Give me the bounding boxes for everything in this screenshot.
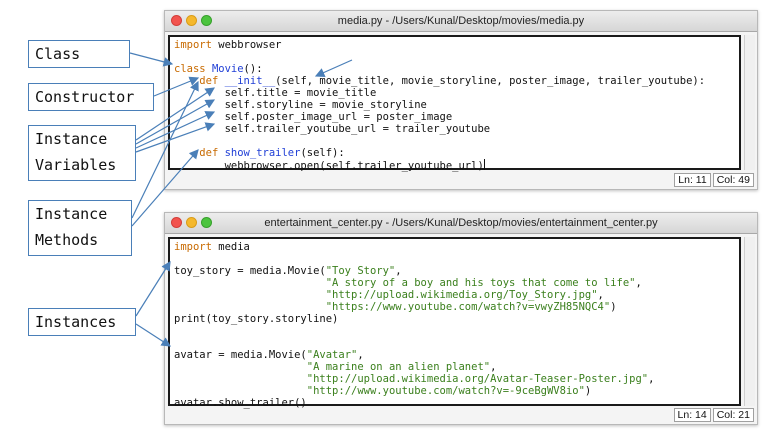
instances-arrow-2 <box>135 323 172 347</box>
self-arrow <box>314 59 353 77</box>
constructor-arrow <box>153 76 200 97</box>
class-arrow <box>129 52 174 67</box>
annotation-arrows <box>129 52 353 347</box>
instance-methods-arrow-2 <box>131 149 199 227</box>
instances-arrow-1 <box>135 260 171 317</box>
instance-variables-arrow-1 <box>135 87 215 141</box>
